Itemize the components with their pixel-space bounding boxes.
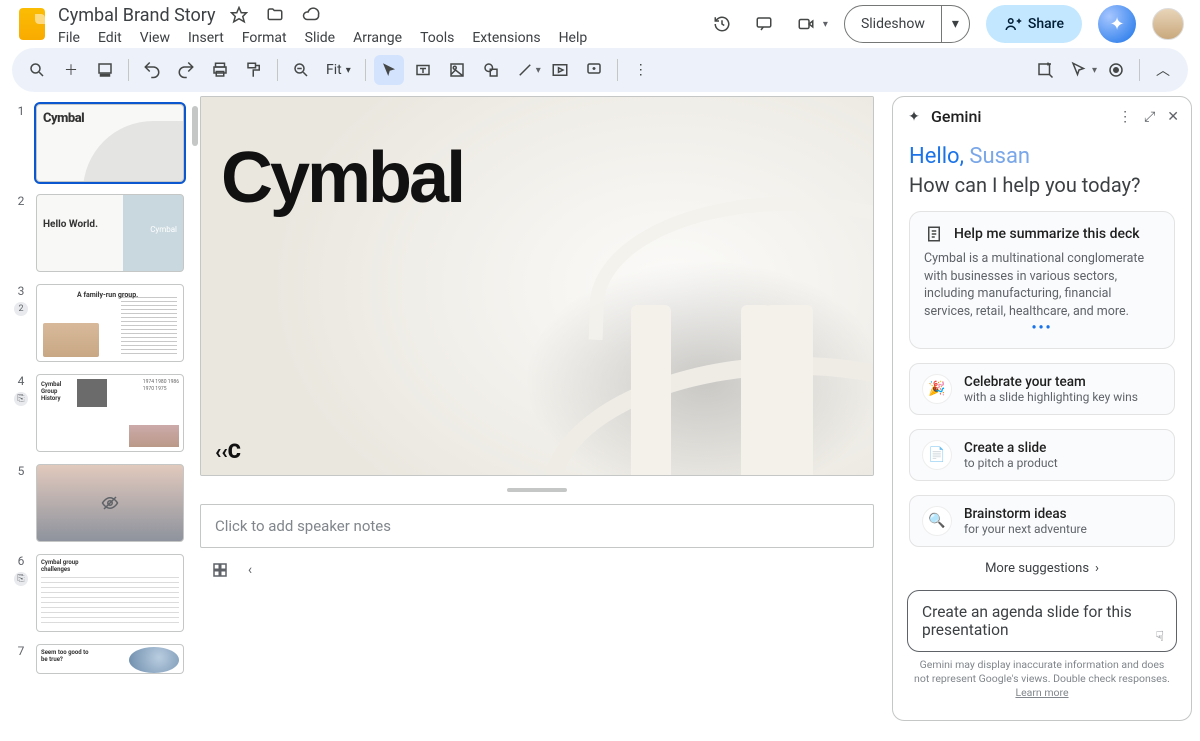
- menu-help[interactable]: Help: [559, 30, 588, 46]
- thumb-number: 6: [18, 554, 25, 568]
- slide-corner-mark: ‹‹C: [215, 439, 241, 463]
- expand-dots-icon[interactable]: •••: [924, 320, 1160, 336]
- thumbnail-panel[interactable]: 1 Cymbal 2 Hello World. Cymbal 3 2 A fami…: [0, 96, 200, 729]
- document-title[interactable]: Cymbal Brand Story: [58, 5, 216, 26]
- history-icon[interactable]: [709, 11, 735, 37]
- textbox-icon[interactable]: [408, 55, 438, 85]
- gemini-subtitle: How can I help you today?: [909, 173, 1175, 197]
- thumb-number: 7: [18, 644, 25, 658]
- menu-tools[interactable]: Tools: [420, 30, 454, 46]
- print-icon[interactable]: [205, 55, 235, 85]
- chevron-right-icon: ›: [1095, 561, 1099, 576]
- gemini-disclaimer: Gemini may display inaccurate informatio…: [907, 652, 1177, 701]
- menu-bar: File Edit View Insert Format Slide Arran…: [58, 30, 709, 46]
- suggestion-celebrate[interactable]: 🎉 Celebrate your teamwith a slide highli…: [909, 363, 1175, 415]
- menu-format[interactable]: Format: [242, 30, 287, 46]
- zoom-out-icon[interactable]: [286, 55, 316, 85]
- gemini-spark-icon: ✦: [905, 108, 923, 126]
- thumb-number: 4: [18, 374, 25, 388]
- summarize-icon: [924, 224, 944, 244]
- more-tools-icon[interactable]: ⋮: [626, 55, 656, 85]
- pointer-options-icon[interactable]: [1064, 55, 1094, 85]
- thumb-number: 3: [18, 284, 25, 298]
- hidden-slide-icon: [37, 465, 183, 541]
- learn-more-link[interactable]: Learn more: [1015, 686, 1068, 699]
- grid-view-icon[interactable]: [210, 560, 230, 580]
- menu-slide[interactable]: Slide: [305, 30, 335, 46]
- menu-edit[interactable]: Edit: [98, 30, 122, 46]
- zoom-select[interactable]: Fit ▾: [320, 62, 357, 78]
- prev-slide-icon[interactable]: ‹: [240, 560, 260, 580]
- slideshow-menu-chevron[interactable]: ▾: [942, 16, 969, 32]
- meet-menu-chevron[interactable]: ▾: [823, 19, 828, 30]
- comment-count-badge[interactable]: 2: [14, 302, 28, 316]
- gemini-menu-icon[interactable]: ⋮: [1118, 109, 1132, 125]
- line-menu-chevron[interactable]: ▾: [536, 65, 541, 76]
- cursor-hand-icon: ☟: [1155, 629, 1164, 645]
- gemini-summary-card[interactable]: Help me summarize this deck Cymbal is a …: [909, 211, 1175, 349]
- speaker-notes[interactable]: Click to add speaker notes: [200, 504, 874, 548]
- new-slide-icon[interactable]: ＋: [56, 55, 86, 85]
- move-icon[interactable]: [262, 2, 288, 28]
- menu-insert[interactable]: Insert: [188, 30, 224, 46]
- thumbnail-2[interactable]: Hello World. Cymbal: [36, 194, 184, 272]
- slide-canvas[interactable]: Cymbal ‹‹C: [200, 96, 874, 476]
- suggestion-create-slide[interactable]: 📄 Create a slideto pitch a product: [909, 429, 1175, 481]
- select-tool-icon[interactable]: [374, 55, 404, 85]
- gemini-close-icon[interactable]: ✕: [1167, 109, 1179, 125]
- new-slide-layout-icon[interactable]: [90, 55, 120, 85]
- image-gen-icon[interactable]: [1030, 55, 1060, 85]
- explore-icon: 🔍: [922, 506, 952, 536]
- share-button[interactable]: Share: [986, 5, 1082, 43]
- toolbar: ＋ Fit ▾ ▾ ⋮ ▾ ︿: [12, 48, 1188, 92]
- scrollbar[interactable]: [192, 106, 198, 146]
- pointer-menu-chevron[interactable]: ▾: [1092, 65, 1097, 76]
- star-icon[interactable]: [226, 2, 252, 28]
- slides-logo[interactable]: [12, 8, 52, 40]
- meet-icon[interactable]: [793, 11, 819, 37]
- account-avatar[interactable]: [1152, 8, 1184, 40]
- thumbnail-1[interactable]: Cymbal: [36, 104, 184, 182]
- celebrate-icon: 🎉: [922, 374, 952, 404]
- gemini-prompt-input[interactable]: Create an agenda slide for this presenta…: [907, 590, 1177, 652]
- redo-icon[interactable]: [171, 55, 201, 85]
- thumb-number: 5: [18, 464, 25, 478]
- thumbnail-5[interactable]: [36, 464, 184, 542]
- record-icon[interactable]: [1101, 55, 1131, 85]
- thumbnail-7[interactable]: Seem too good to be true?: [36, 644, 184, 674]
- comments-icon[interactable]: [751, 11, 777, 37]
- comment-icon[interactable]: [579, 55, 609, 85]
- search-menus-icon[interactable]: [22, 55, 52, 85]
- suggestion-brainstorm[interactable]: 🔍 Brainstorm ideasfor your next adventur…: [909, 495, 1175, 547]
- slideshow-button[interactable]: Slideshow ▾: [844, 5, 970, 43]
- video-icon[interactable]: [545, 55, 575, 85]
- cloud-status-icon[interactable]: [298, 2, 324, 28]
- gemini-greeting: Hello, Susan: [909, 144, 1175, 169]
- link-icon: ⎘: [14, 392, 28, 406]
- thumbnail-3[interactable]: A family-run group.: [36, 284, 184, 362]
- gemini-expand-icon[interactable]: ⤢: [1144, 109, 1155, 125]
- gemini-title: Gemini: [931, 107, 981, 126]
- menu-file[interactable]: File: [58, 30, 80, 46]
- shape-icon[interactable]: [476, 55, 506, 85]
- collapse-toolbar-icon[interactable]: ︿: [1148, 55, 1178, 85]
- more-suggestions-button[interactable]: More suggestions ›: [909, 561, 1175, 576]
- thumb-number: 2: [18, 194, 25, 208]
- gemini-panel: ✦ Gemini ⋮ ⤢ ✕ Hello, Susan How can I he…: [892, 96, 1192, 721]
- slide-brand-text: Cymbal: [221, 137, 463, 219]
- thumbnail-6[interactable]: Cymbal group challenges: [36, 554, 184, 632]
- menu-arrange[interactable]: Arrange: [353, 30, 402, 46]
- page-icon: 📄: [922, 440, 952, 470]
- thumb-number: 1: [18, 104, 25, 118]
- thumbnail-4[interactable]: Cymbal Group History 1974 1980 19861970 …: [36, 374, 184, 452]
- notes-resize-handle[interactable]: [507, 488, 567, 492]
- menu-view[interactable]: View: [140, 30, 170, 46]
- undo-icon[interactable]: [137, 55, 167, 85]
- image-icon[interactable]: [442, 55, 472, 85]
- paint-format-icon[interactable]: [239, 55, 269, 85]
- gemini-launcher-icon[interactable]: ✦: [1098, 5, 1136, 43]
- menu-extensions[interactable]: Extensions: [472, 30, 540, 46]
- link-icon: ⎘: [14, 572, 28, 586]
